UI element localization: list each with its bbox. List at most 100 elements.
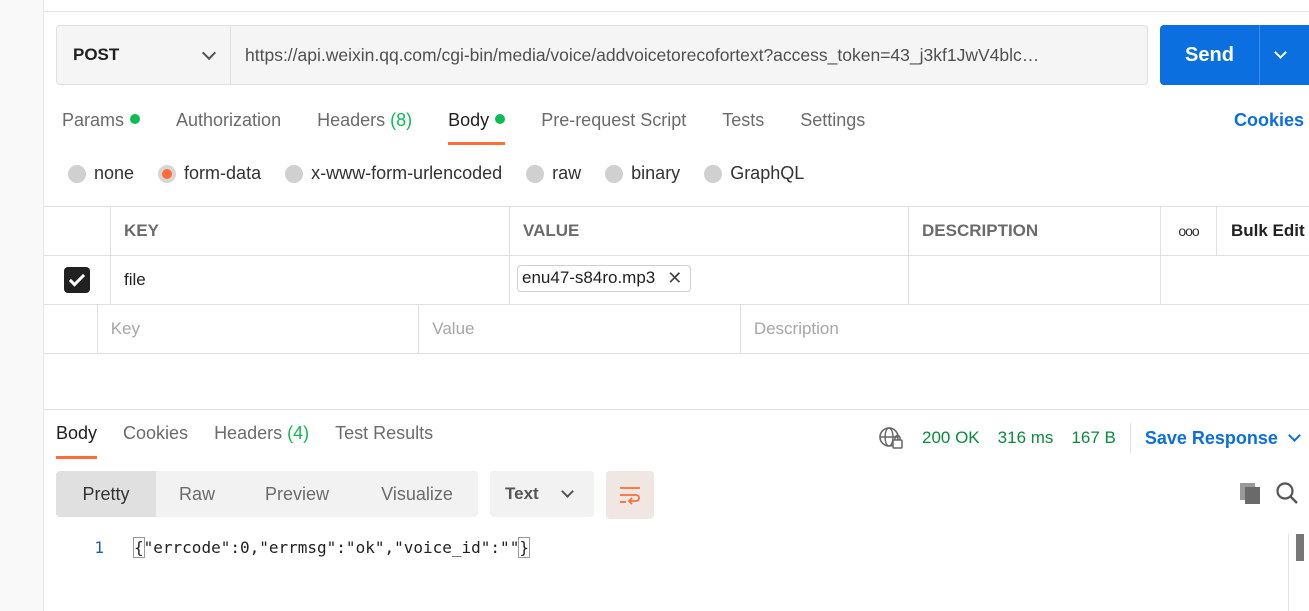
- status-dot-icon: [130, 114, 141, 124]
- description-cell[interactable]: [909, 256, 1161, 304]
- table-row-new: Key Value Description: [44, 305, 1309, 354]
- radio-none[interactable]: none: [68, 163, 134, 184]
- key-input[interactable]: Key: [98, 305, 420, 353]
- send-label[interactable]: Send: [1160, 25, 1260, 85]
- radio-binary[interactable]: binary: [605, 163, 680, 184]
- radio-graphql[interactable]: GraphQL: [704, 163, 804, 184]
- description-column-header: DESCRIPTION: [909, 207, 1161, 255]
- table-row: file enu47-s84ro.mp3 ✕: [44, 256, 1309, 305]
- tab-body-label: Body: [448, 110, 490, 130]
- response-body-editor[interactable]: 1 {"errcode":0,"errmsg":"ok","voice_id":…: [56, 534, 530, 558]
- view-preview[interactable]: Preview: [238, 471, 356, 517]
- radio-circle-icon: [704, 164, 723, 183]
- tab-prerequest-script[interactable]: Pre-request Script: [541, 108, 686, 146]
- open-brace: {: [133, 537, 145, 558]
- method-label: POST: [73, 45, 120, 64]
- pane-divider[interactable]: [44, 409, 1309, 410]
- tab-authorization[interactable]: Authorization: [176, 108, 281, 146]
- tab-params[interactable]: Params: [62, 108, 141, 146]
- chevron-down-icon: [1274, 46, 1287, 59]
- radio-circle-icon: [605, 164, 624, 183]
- tab-settings[interactable]: Settings: [800, 108, 865, 146]
- tab-authorization-label: Authorization: [176, 110, 282, 130]
- radio-raw-label: raw: [552, 163, 582, 183]
- wrap-lines-button[interactable]: [606, 471, 654, 519]
- radio-none-label: none: [94, 163, 135, 183]
- key-value-text: file: [124, 270, 146, 289]
- cookies-link[interactable]: Cookies: [1234, 110, 1304, 131]
- line-number: 1: [94, 538, 104, 557]
- bulk-edit-button[interactable]: Bulk Edit: [1217, 207, 1309, 255]
- close-icon[interactable]: ✕: [667, 268, 682, 289]
- response-time[interactable]: 316 ms: [998, 428, 1054, 448]
- view-pretty[interactable]: Pretty: [56, 471, 156, 517]
- send-options-dropdown[interactable]: [1260, 25, 1309, 85]
- tab-body[interactable]: Body: [448, 108, 506, 146]
- left-sidebar-rail: [0, 0, 44, 611]
- tab-headers-label: Headers: [317, 110, 386, 130]
- select-column-header: [44, 207, 111, 255]
- url-input[interactable]: https://api.weixin.qq.com/cgi-bin/media/…: [231, 26, 1147, 84]
- radio-circle-icon: [526, 164, 545, 183]
- chevron-down-icon: [201, 45, 217, 60]
- format-select[interactable]: Text: [490, 471, 594, 517]
- vertical-scrollbar[interactable]: [1288, 534, 1309, 611]
- radio-form-data-label: form-data: [184, 163, 262, 183]
- key-column-header: KEY: [111, 207, 510, 255]
- tab-tests[interactable]: Tests: [722, 108, 764, 146]
- code-line: {"errcode":0,"errmsg":"ok","voice_id":""…: [133, 534, 530, 558]
- view-raw[interactable]: Raw: [156, 471, 238, 517]
- radio-urlencoded-label: x-www-form-urlencoded: [311, 163, 503, 183]
- radio-form-data[interactable]: form-data: [158, 163, 261, 184]
- request-tabs: Params Authorization Headers (8) Body Pr…: [62, 108, 901, 146]
- radio-urlencoded[interactable]: x-www-form-urlencoded: [285, 163, 502, 184]
- radio-selected-icon: [158, 164, 177, 183]
- request-url-bar: POST https://api.weixin.qq.com/cgi-bin/m…: [56, 25, 1148, 85]
- response-meta: 200 OK 316 ms 167 B Save Response: [878, 423, 1301, 453]
- method-select[interactable]: POST: [57, 26, 231, 84]
- status-code[interactable]: 200 OK: [922, 428, 980, 448]
- send-button[interactable]: Send: [1160, 25, 1309, 85]
- save-response-button[interactable]: Save Response: [1144, 427, 1301, 449]
- globe-lock-icon[interactable]: [878, 426, 904, 450]
- tab-params-label: Params: [62, 110, 125, 130]
- tab-headers[interactable]: Headers (8): [317, 108, 412, 146]
- body-type-radios: none form-data x-www-form-urlencoded raw…: [68, 163, 828, 184]
- form-data-table: KEY VALUE DESCRIPTION ooo Bulk Edit file…: [44, 206, 1309, 354]
- value-input[interactable]: Value: [419, 305, 741, 353]
- copy-icon[interactable]: [1237, 480, 1263, 506]
- response-tab-body[interactable]: Body: [56, 423, 98, 459]
- more-options-button[interactable]: ooo: [1161, 207, 1217, 255]
- file-name: enu47-s84ro.mp3: [522, 268, 656, 287]
- response-tab-cookies[interactable]: Cookies: [123, 423, 188, 444]
- row-checkbox[interactable]: [64, 267, 90, 293]
- key-cell[interactable]: file: [111, 256, 510, 304]
- status-dot-icon: [495, 114, 506, 124]
- divider: [1129, 423, 1131, 453]
- save-response-label: Save Response: [1144, 427, 1278, 448]
- bulk-edit-label: Bulk Edit: [1231, 221, 1305, 240]
- new-row-checkbox-cell: [44, 305, 98, 353]
- chevron-down-icon: [1288, 429, 1301, 442]
- radio-raw[interactable]: raw: [526, 163, 581, 184]
- radio-graphql-label: GraphQL: [730, 163, 805, 183]
- json-content: "errcode":0,"errmsg":"ok","voice_id":"": [143, 538, 520, 557]
- value-column-header: VALUE: [510, 207, 909, 255]
- view-mode-switcher: Pretty Raw Preview Visualize: [56, 471, 478, 517]
- response-size[interactable]: 167 B: [1071, 428, 1115, 448]
- radio-binary-label: binary: [631, 163, 681, 183]
- response-tab-test-results[interactable]: Test Results: [335, 423, 433, 444]
- radio-circle-icon: [285, 164, 304, 183]
- view-visualize[interactable]: Visualize: [356, 471, 478, 517]
- tab-tests-label: Tests: [722, 110, 765, 130]
- file-chip: enu47-s84ro.mp3 ✕: [517, 264, 692, 292]
- search-icon[interactable]: [1274, 480, 1300, 506]
- row-spacer-end: [1217, 256, 1309, 304]
- response-tab-headers[interactable]: Headers (4): [214, 423, 309, 444]
- description-input[interactable]: Description: [741, 305, 1309, 353]
- tab-prerequest-label: Pre-request Script: [541, 110, 687, 130]
- wrap-lines-icon: [620, 487, 640, 505]
- table-header-row: KEY VALUE DESCRIPTION ooo Bulk Edit: [44, 207, 1309, 256]
- scrollbar-thumb[interactable]: [1296, 534, 1304, 561]
- value-cell[interactable]: enu47-s84ro.mp3 ✕: [510, 256, 909, 304]
